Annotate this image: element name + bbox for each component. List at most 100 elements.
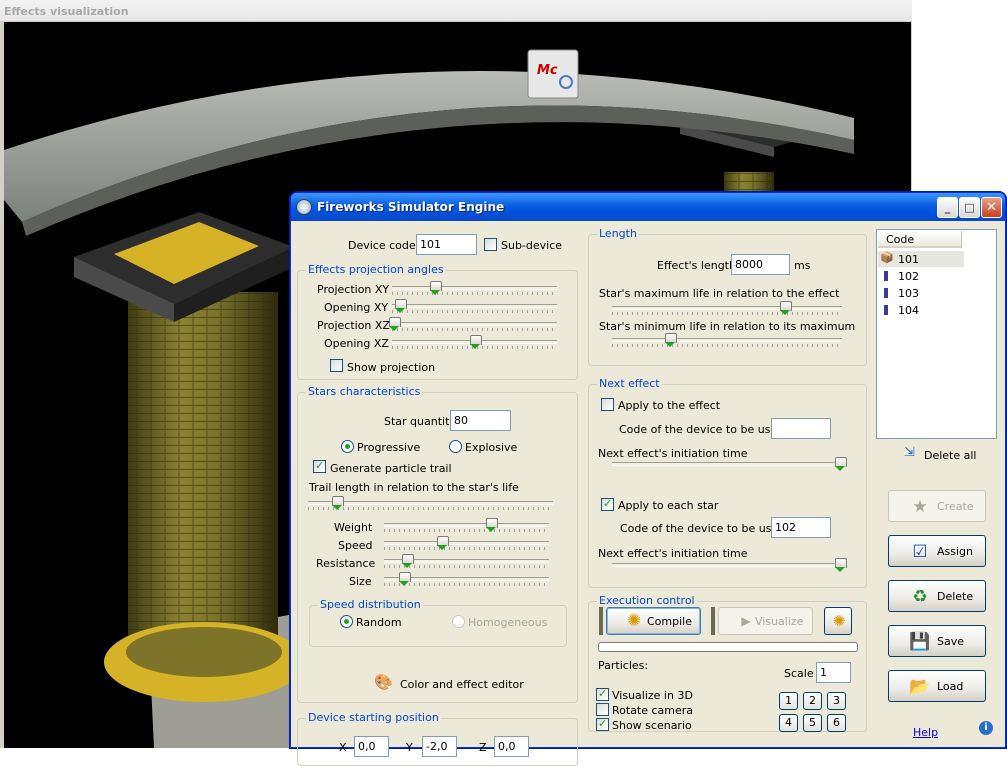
- load-button-label: Load: [937, 680, 964, 693]
- slider-thumb[interactable]: [834, 457, 847, 471]
- sub-device-checkbox[interactable]: [484, 238, 497, 251]
- create-button-label: Create: [937, 500, 974, 513]
- opening-xz-slider[interactable]: [392, 335, 557, 349]
- explosive-radio[interactable]: [449, 440, 462, 453]
- save-button-label: Save: [937, 635, 965, 648]
- weight-slider[interactable]: [384, 518, 549, 532]
- min-life-slider[interactable]: [612, 333, 842, 347]
- slider-thumb[interactable]: [395, 299, 408, 313]
- view-button-4[interactable]: 4: [779, 714, 798, 732]
- weight-label: Weight: [334, 521, 373, 534]
- background-window-title: Effects visualization: [4, 5, 129, 18]
- effect-length-input[interactable]: 8000: [731, 254, 790, 275]
- assign-button[interactable]: ☑ Assign: [888, 535, 986, 567]
- list-item[interactable]: 📦 101: [878, 251, 964, 267]
- maximize-button[interactable]: □: [959, 197, 980, 218]
- compile-and-run-button[interactable]: ✺: [824, 607, 852, 635]
- view-button-3[interactable]: 3: [827, 692, 846, 710]
- compile-button-label: Compile: [647, 615, 692, 628]
- play-icon: ▶: [741, 614, 751, 628]
- rotate-camera-checkbox[interactable]: [596, 703, 609, 716]
- slider-thumb[interactable]: [398, 572, 411, 586]
- delete-all-icon[interactable]: ⇲: [904, 445, 915, 460]
- minimize-button[interactable]: _: [937, 197, 958, 218]
- homogeneous-radio: [452, 615, 465, 628]
- opening-xy-slider[interactable]: [392, 299, 557, 313]
- next-effect-title: Next effect: [597, 377, 662, 390]
- list-item[interactable]: 103: [878, 285, 964, 301]
- delete-all-link[interactable]: Delete all: [924, 449, 977, 462]
- show-scenario-checkbox[interactable]: [596, 717, 609, 731]
- view-button-2[interactable]: 2: [803, 692, 822, 710]
- projection-xy-slider[interactable]: [392, 281, 557, 295]
- show-scenario-label: Show scenario: [612, 719, 692, 732]
- y-input[interactable]: -2,0: [422, 736, 457, 757]
- generate-trail-checkbox[interactable]: [313, 459, 326, 473]
- slider-thumb[interactable]: [388, 317, 401, 331]
- projection-angles-title: Effects projection angles: [306, 263, 446, 276]
- star-quantity-input[interactable]: 80: [450, 410, 511, 431]
- list-item[interactable]: 102: [878, 268, 964, 284]
- slider-thumb[interactable]: [332, 496, 345, 510]
- apply-effect-label: Apply to the effect: [618, 399, 721, 412]
- list-item-label: 102: [898, 270, 919, 283]
- effect-code-input[interactable]: [771, 418, 831, 439]
- slider-thumb[interactable]: [429, 281, 442, 295]
- recycle-bin-icon: ♻: [912, 587, 928, 607]
- star-init-time-slider[interactable]: [612, 558, 847, 572]
- progressive-label: Progressive: [357, 441, 421, 454]
- slider-thumb[interactable]: [436, 536, 449, 550]
- floppy-disk-icon: 💾: [909, 632, 931, 652]
- color-editor-link[interactable]: Color and effect editor: [400, 678, 524, 691]
- slider-thumb[interactable]: [469, 335, 482, 349]
- random-radio[interactable]: [340, 615, 353, 628]
- close-button[interactable]: ✕: [981, 197, 1002, 218]
- visualize-3d-label: Visualize in 3D: [612, 689, 693, 702]
- firework-tube-icon: [884, 305, 888, 315]
- dialog-titlebar[interactable]: Fireworks Simulator Engine _ □ ✕: [291, 193, 1005, 221]
- info-icon[interactable]: i: [979, 721, 993, 735]
- size-slider[interactable]: [384, 572, 549, 586]
- view-button-5[interactable]: 5: [803, 714, 822, 732]
- execution-control-title: Execution control: [597, 594, 697, 607]
- code-column-header-label: Code: [886, 233, 915, 246]
- app-icon: [296, 199, 312, 215]
- code-list[interactable]: Code 📦 101 102 103 104: [876, 229, 997, 439]
- list-item-label: 103: [898, 287, 919, 300]
- effect-length-unit: ms: [794, 259, 811, 272]
- slider-thumb[interactable]: [402, 554, 415, 568]
- slider-thumb[interactable]: [664, 333, 677, 347]
- apply-effect-checkbox[interactable]: [601, 398, 614, 411]
- trail-length-slider[interactable]: [308, 496, 553, 510]
- slider-thumb[interactable]: [834, 558, 847, 572]
- resistance-slider[interactable]: [384, 554, 549, 568]
- show-projection-checkbox[interactable]: [330, 359, 343, 372]
- projection-xz-slider[interactable]: [388, 317, 557, 331]
- speed-slider[interactable]: [384, 536, 549, 550]
- palette-icon[interactable]: 🎨: [374, 673, 394, 693]
- apply-star-checkbox[interactable]: [601, 497, 614, 511]
- slider-thumb[interactable]: [486, 518, 499, 532]
- list-item[interactable]: 104: [878, 302, 964, 318]
- x-input[interactable]: 0,0: [354, 736, 389, 757]
- save-button[interactable]: 💾 Save: [888, 625, 986, 657]
- load-button[interactable]: 📂 Load: [888, 670, 986, 702]
- effect-init-time-slider[interactable]: [612, 457, 847, 471]
- star-code-input[interactable]: 102: [771, 517, 831, 538]
- slider-thumb[interactable]: [779, 301, 792, 315]
- max-life-slider[interactable]: [612, 301, 842, 315]
- device-code-input[interactable]: 101: [416, 234, 477, 255]
- compile-button[interactable]: ✺ Compile: [606, 607, 701, 635]
- view-button-1[interactable]: 1: [779, 692, 798, 710]
- help-link[interactable]: Help: [913, 726, 938, 739]
- progressive-radio[interactable]: [341, 440, 354, 453]
- delete-button[interactable]: ♻ Delete: [888, 580, 986, 612]
- scale-input[interactable]: 1: [816, 662, 851, 683]
- effect-code-label: Code of the device to be used: [619, 423, 785, 436]
- visualize-3d-checkbox[interactable]: [596, 687, 609, 701]
- code-column-header[interactable]: Code: [878, 231, 962, 248]
- z-input[interactable]: 0,0: [494, 736, 529, 757]
- create-button: ★ Create: [888, 490, 986, 522]
- projection-xy-label: Projection XY: [317, 283, 390, 296]
- view-button-6[interactable]: 6: [827, 714, 846, 732]
